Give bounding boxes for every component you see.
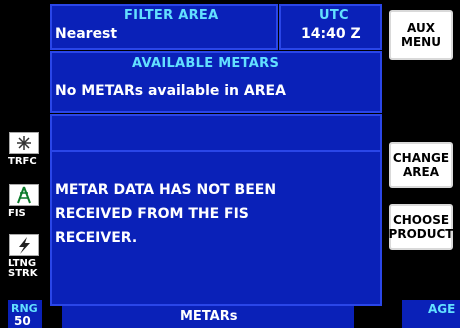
message-line-2: RECEIVED FROM THE FIS bbox=[55, 206, 249, 222]
page-title: METARs bbox=[180, 309, 238, 324]
available-metars-value: No METARs available in AREA bbox=[55, 83, 286, 99]
filter-area-panel: FILTER AREA Nearest bbox=[50, 4, 278, 50]
range-tab[interactable]: RNG 50 bbox=[8, 300, 42, 328]
choose-product-button[interactable]: CHOOSE PRODUCT bbox=[389, 204, 453, 250]
utc-time: 14:40 Z bbox=[301, 26, 361, 42]
message-text: METAR DATA HAS NOT BEEN RECEIVED FROM TH… bbox=[55, 178, 276, 250]
message-panel: METAR DATA HAS NOT BEEN RECEIVED FROM TH… bbox=[50, 114, 382, 306]
aux-menu-line-2: MENU bbox=[401, 35, 441, 49]
available-metars-panel: AVAILABLE METARS No METARs available in … bbox=[50, 51, 382, 113]
message-line-1: METAR DATA HAS NOT BEEN bbox=[55, 182, 277, 198]
message-line-3: RECEIVER. bbox=[55, 230, 138, 246]
aux-menu-button[interactable]: AUX MENU bbox=[389, 10, 453, 60]
available-metars-label: AVAILABLE METARS bbox=[132, 56, 280, 71]
age-label: AGE bbox=[428, 302, 456, 316]
traffic-label: TRFC bbox=[8, 156, 37, 167]
lightning-icon[interactable] bbox=[9, 234, 39, 256]
fis-icon[interactable] bbox=[9, 184, 39, 206]
page-title-tab: METARs bbox=[62, 306, 354, 328]
fis-label: FIS bbox=[8, 208, 26, 219]
choose-product-line-2: PRODUCT bbox=[388, 227, 454, 241]
filter-area-value: Nearest bbox=[55, 26, 118, 42]
utc-panel: UTC 14:40 Z bbox=[279, 4, 382, 50]
panel-divider bbox=[52, 150, 380, 152]
change-area-button[interactable]: CHANGE AREA bbox=[389, 142, 453, 188]
change-area-line-2: AREA bbox=[402, 165, 439, 179]
traffic-icon[interactable] bbox=[9, 132, 39, 154]
utc-label: UTC bbox=[319, 8, 349, 23]
choose-product-line-1: CHOOSE bbox=[392, 213, 450, 227]
lightning-label-line-2: STRK bbox=[8, 268, 38, 279]
aux-menu-line-1: AUX bbox=[407, 21, 435, 35]
change-area-line-1: CHANGE bbox=[392, 151, 450, 165]
age-tab[interactable]: AGE bbox=[402, 300, 460, 328]
range-value: 50 bbox=[14, 314, 31, 328]
filter-area-label: FILTER AREA bbox=[124, 8, 219, 23]
